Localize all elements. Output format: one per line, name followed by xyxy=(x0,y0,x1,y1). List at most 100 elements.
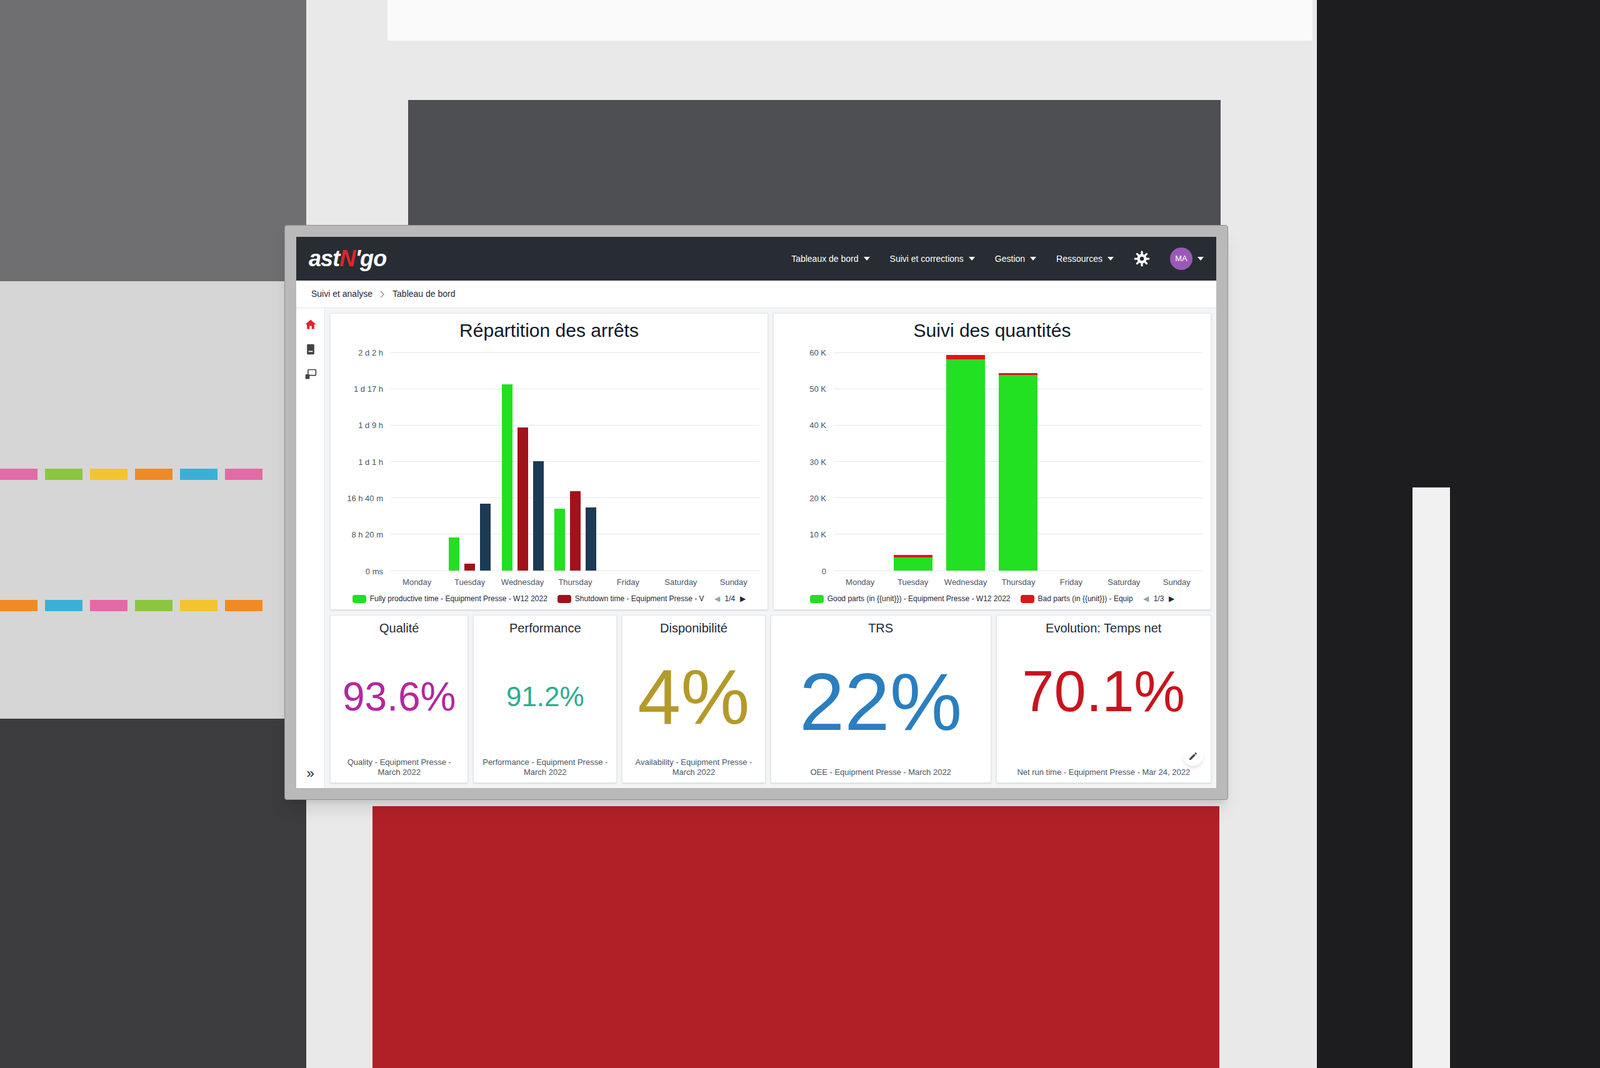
bar-stack xyxy=(893,352,933,571)
display-icon[interactable] xyxy=(304,368,317,381)
caret-icon xyxy=(1197,256,1204,261)
bar[interactable] xyxy=(998,375,1038,571)
bar-stack xyxy=(1051,352,1091,571)
bar[interactable] xyxy=(517,427,529,571)
bar-group xyxy=(1150,352,1204,571)
kpi-value: 91.2% xyxy=(506,683,585,711)
nav-label: Gestion xyxy=(995,252,1025,266)
legend-item[interactable]: Good parts (in {{unit}}) - Equipment Pre… xyxy=(810,593,1011,605)
legend-item[interactable]: Shutdown time - Equipment Presse - V xyxy=(557,593,705,605)
nav-label: Suivi et corrections xyxy=(890,252,964,266)
nav-item[interactable]: Gestion xyxy=(995,252,1037,266)
kpi-card: TRS22%OEE - Equipment Presse - March 202… xyxy=(770,615,992,784)
pencil-icon[interactable] xyxy=(1183,746,1204,767)
logo-part: N xyxy=(339,247,355,270)
bar-group xyxy=(1097,352,1150,571)
kpi-value: 4% xyxy=(637,658,750,736)
kpi-value: 93.6% xyxy=(342,676,456,717)
kpi-card: Performance91.2%Performance - Equipment … xyxy=(473,615,617,784)
gear-icon[interactable] xyxy=(1133,250,1150,267)
nav-item[interactable]: Ressources xyxy=(1056,252,1114,266)
kpi-caption: Availability - Equipment Presse - March … xyxy=(627,757,760,779)
logo[interactable]: astN'go xyxy=(308,247,387,270)
bars xyxy=(833,352,1204,571)
avatar[interactable]: MA xyxy=(1170,247,1193,270)
y-tick: 2 d 2 h xyxy=(358,348,384,357)
monitor: astN'go Tableaux de bord Suivi et correcti… xyxy=(284,225,1229,800)
edit-row xyxy=(1001,746,1207,768)
bar[interactable] xyxy=(501,384,513,571)
expand-button[interactable]: » xyxy=(306,766,314,781)
y-tick: 0 ms xyxy=(365,566,384,575)
y-tick: 1 d 17 h xyxy=(353,384,384,393)
legend-label: Fully productive time - Equipment Presse… xyxy=(370,593,548,605)
bar[interactable] xyxy=(570,491,581,571)
nav-label: Ressources xyxy=(1056,252,1103,266)
x-tick: Wednesday xyxy=(496,576,549,589)
pager-prev[interactable]: ◀ xyxy=(714,593,720,605)
user-menu[interactable]: MA xyxy=(1170,247,1204,270)
bar[interactable] xyxy=(464,563,475,571)
x-tick: Thursday xyxy=(548,576,602,589)
forklift-background xyxy=(1316,0,1600,1068)
caret-icon xyxy=(863,256,870,261)
nav-menu: Tableaux de bord Suivi et corrections Gest… xyxy=(791,247,1204,270)
bar-stack xyxy=(840,352,880,571)
kpi-value-area: 91.2% xyxy=(506,636,585,758)
pager-next[interactable]: ▶ xyxy=(1168,593,1175,605)
bar[interactable] xyxy=(585,507,597,571)
breadcrumb-item[interactable]: Suivi et analyse xyxy=(311,287,373,301)
legend: Fully productive time - Equipment Presse… xyxy=(338,588,760,605)
caret-icon xyxy=(1030,256,1037,261)
nav-item[interactable]: Suivi et corrections xyxy=(890,252,975,266)
bar-group xyxy=(496,352,549,571)
y-tick: 0 xyxy=(821,566,827,575)
pager-text: 1/4 xyxy=(725,593,736,605)
grid-line xyxy=(390,570,760,572)
breadcrumb-item[interactable]: Tableau de bord xyxy=(392,287,455,301)
kpi-title: TRS xyxy=(868,620,894,637)
caret-icon xyxy=(968,256,975,261)
legend-item[interactable]: Fully productive time - Equipment Presse… xyxy=(352,593,548,605)
background-wall xyxy=(0,281,307,719)
kpi-caption: Net run time - Equipment Presse - Mar 24… xyxy=(1016,767,1190,778)
bar[interactable] xyxy=(480,503,491,571)
legend-label: Good parts (in {{unit}}) - Equipment Pre… xyxy=(827,593,1011,605)
grid-line xyxy=(833,352,1204,354)
bar[interactable] xyxy=(893,557,933,570)
bar-group xyxy=(601,352,655,571)
kpi-caption: Quality - Equipment Presse - March 2022 xyxy=(335,757,463,779)
bar-group xyxy=(654,352,707,571)
kpi-card: Evolution: Temps net70.1%Net run time - … xyxy=(996,615,1212,784)
chart-card: Répartition des arrêts2 d 2 h1 d 17 h1 d… xyxy=(330,313,769,610)
bar[interactable] xyxy=(946,355,985,360)
bar[interactable] xyxy=(533,461,544,571)
sidebar: » xyxy=(296,308,325,789)
background-wall xyxy=(0,0,307,282)
nav-item[interactable]: Tableaux de bord xyxy=(791,252,870,266)
bar[interactable] xyxy=(448,537,460,570)
legend-item[interactable]: Bad parts (in {{unit}}) - Equip xyxy=(1020,593,1134,605)
legend-label: Shutdown time - Equipment Presse - V xyxy=(575,593,705,605)
pager-prev[interactable]: ◀ xyxy=(1143,593,1149,605)
x-tick: Sunday xyxy=(707,576,760,589)
bar[interactable] xyxy=(946,359,985,570)
pager-next[interactable]: ▶ xyxy=(740,593,746,605)
top-bar: astN'go Tableaux de bord Suivi et correcti… xyxy=(296,236,1217,281)
x-tick: Monday xyxy=(390,576,444,589)
x-axis: MondayTuesdayWednesdayThursdayFridaySatu… xyxy=(833,576,1204,589)
bar-stack xyxy=(1157,352,1197,571)
x-tick: Monday xyxy=(833,576,887,589)
bar-group xyxy=(886,352,939,571)
bar-group xyxy=(443,352,496,571)
book-icon[interactable] xyxy=(304,343,317,356)
y-tick: 10 K xyxy=(809,530,827,539)
bar[interactable] xyxy=(554,508,565,571)
y-tick: 16 h 40 m xyxy=(346,493,384,502)
home-icon[interactable] xyxy=(304,318,317,331)
dashboard-screen: astN'go Tableaux de bord Suivi et correcti… xyxy=(296,236,1217,789)
grid-line xyxy=(390,352,760,354)
kpi-caption: OEE - Equipment Presse - March 2022 xyxy=(810,767,951,778)
chart-plot-area: 60 K50 K40 K30 K20 K10 K0 xyxy=(781,352,1204,572)
chart-card: Suivi des quantités60 K50 K40 K30 K20 K1… xyxy=(773,313,1212,610)
